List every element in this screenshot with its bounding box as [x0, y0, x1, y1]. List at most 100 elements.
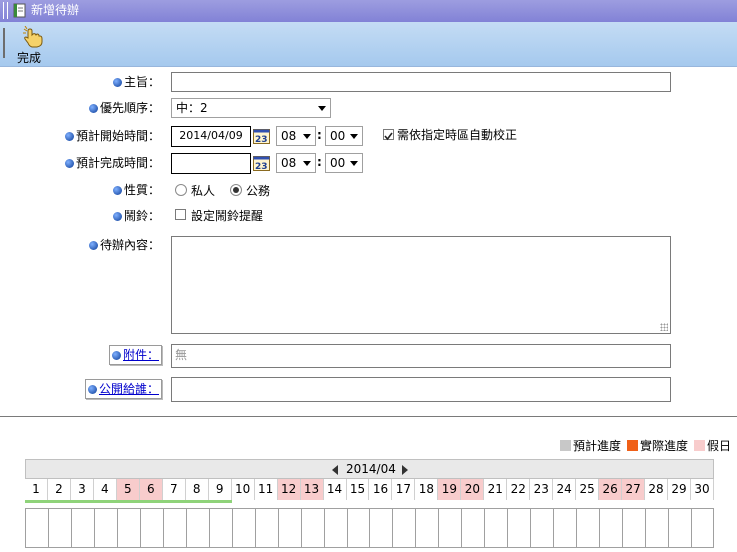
grid-cell: [371, 509, 394, 547]
day-cell[interactable]: 29: [668, 479, 692, 500]
share-link[interactable]: 公開給誰：: [85, 379, 163, 399]
grid-cell: [325, 509, 348, 547]
day-cell[interactable]: 24: [553, 479, 577, 500]
day-cell[interactable]: 18: [415, 479, 439, 500]
next-month-icon[interactable]: [402, 465, 408, 475]
day-cell[interactable]: 10: [231, 479, 255, 500]
content-textarea[interactable]: [171, 236, 671, 334]
grid-cell: [72, 509, 95, 547]
grid-cell: [646, 509, 670, 547]
check-icon: [384, 132, 393, 141]
day-cell[interactable]: 1: [25, 479, 48, 500]
day-cell[interactable]: 13: [300, 479, 324, 500]
start-date-input[interactable]: 2014/04/09: [171, 126, 251, 147]
end-date-input[interactable]: [171, 153, 251, 174]
bullet-icon: [88, 104, 98, 113]
hand-pointer-icon: [23, 26, 43, 48]
day-cell[interactable]: 5: [116, 479, 140, 500]
day-cell[interactable]: 14: [323, 479, 347, 500]
grid-cell: [187, 509, 210, 547]
month-navigator: 2014/04: [25, 459, 714, 479]
share-field[interactable]: [171, 377, 671, 402]
resize-grip-icon[interactable]: [660, 323, 668, 331]
priority-select[interactable]: 中：2: [171, 98, 331, 118]
day-cell[interactable]: 22: [507, 479, 531, 500]
day-cell[interactable]: 9: [208, 479, 232, 500]
day-cell[interactable]: 6: [139, 479, 163, 500]
grid-cell: [439, 509, 463, 547]
grid-cell: [49, 509, 72, 547]
day-cell[interactable]: 11: [254, 479, 278, 500]
alarm-checkbox[interactable]: [175, 209, 186, 220]
progress-bar: [25, 500, 232, 503]
day-cell[interactable]: 16: [369, 479, 393, 500]
calendar-icon[interactable]: 23: [253, 128, 270, 144]
share-link-text[interactable]: 公開給誰：: [99, 382, 159, 396]
bullet-icon: [112, 186, 122, 195]
start-hour-select[interactable]: 08: [276, 126, 316, 146]
bullet-icon: [64, 159, 74, 168]
grid-cell: [531, 509, 555, 547]
grid-cell: [462, 509, 486, 547]
chevron-down-icon: [303, 134, 311, 139]
subject-label: 主旨：: [0, 74, 160, 90]
day-cell[interactable]: 27: [622, 479, 646, 500]
prev-month-icon[interactable]: [332, 465, 338, 475]
attachment-field[interactable]: 無: [171, 344, 671, 368]
legend-holiday: 假日: [694, 439, 731, 453]
nature-radio-private[interactable]: [175, 184, 187, 196]
end-time-label: 預計完成時間：: [0, 155, 160, 171]
day-cell[interactable]: 12: [277, 479, 301, 500]
nature-radio-business[interactable]: [230, 184, 242, 196]
legend-actual: 實際進度: [627, 439, 688, 453]
grid-cell: [600, 509, 624, 547]
end-hour-select[interactable]: 08: [276, 153, 316, 173]
legend-swatch-planned: [560, 440, 571, 451]
done-button[interactable]: 完成: [16, 26, 48, 65]
day-cell[interactable]: 8: [185, 479, 209, 500]
day-cell[interactable]: 21: [484, 479, 508, 500]
time-separator: :: [317, 155, 322, 169]
timezone-checkbox[interactable]: [383, 129, 394, 141]
day-cell[interactable]: 20: [461, 479, 485, 500]
bullet-icon: [112, 212, 122, 221]
nature-label: 性質：: [0, 182, 160, 198]
window-title: 新增待辦: [31, 3, 80, 17]
day-cell[interactable]: 4: [93, 479, 117, 500]
day-cell[interactable]: 7: [162, 479, 186, 500]
day-cell[interactable]: 26: [599, 479, 623, 500]
chevron-down-icon: [350, 161, 358, 166]
grid-cell: [26, 509, 49, 547]
legend-planned: 預計進度: [560, 439, 621, 453]
end-minute-select[interactable]: 00: [325, 153, 363, 173]
day-cell[interactable]: 17: [392, 479, 416, 500]
svg-text:23: 23: [255, 135, 268, 144]
day-cell[interactable]: 28: [645, 479, 669, 500]
bullet-icon: [88, 241, 98, 250]
day-cell[interactable]: 2: [47, 479, 71, 500]
calendar-icon[interactable]: 23: [253, 155, 270, 171]
priority-label: 優先順序：: [0, 100, 160, 116]
chevron-down-icon: [318, 106, 326, 111]
grid-cell: [118, 509, 141, 547]
time-separator: :: [317, 128, 322, 142]
grid-cell: [279, 509, 302, 547]
day-cell[interactable]: 23: [530, 479, 554, 500]
grid-cell: [302, 509, 325, 547]
section-divider: [0, 416, 737, 417]
day-cell[interactable]: 3: [70, 479, 94, 500]
attachment-link-text[interactable]: 附件：: [123, 348, 159, 362]
grid-cell: [210, 509, 233, 547]
day-cell[interactable]: 15: [346, 479, 370, 500]
day-cell[interactable]: 30: [691, 479, 714, 500]
grid-cell: [393, 509, 417, 547]
day-cell[interactable]: 19: [438, 479, 462, 500]
grid-cell: [95, 509, 118, 547]
window-titlebar: 新增待辦: [0, 0, 737, 22]
start-minute-select[interactable]: 00: [325, 126, 363, 146]
svg-text:23: 23: [255, 162, 268, 171]
day-cell[interactable]: 25: [576, 479, 600, 500]
subject-input[interactable]: [171, 72, 671, 92]
attachment-link[interactable]: 附件：: [109, 345, 163, 365]
nature-option-business: 公務: [246, 184, 271, 198]
